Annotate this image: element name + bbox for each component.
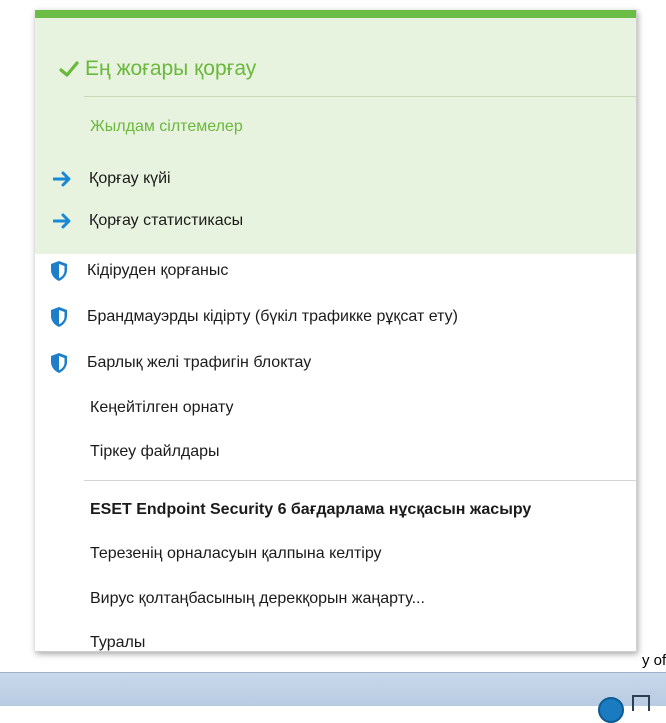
menu-item-label: Кеңейтілген орнату [90,399,234,416]
menu-item-label: Вирус қолтаңбасының дерекқорын жаңарту..… [90,590,425,607]
link-protection-status[interactable]: Қорғау күйі [53,167,171,191]
menu-item-label: Барлық желі трафигін блоктау [87,354,312,371]
quick-links-heading: Жылдам сілтемелер [90,118,243,135]
arrow-right-icon [53,171,71,187]
shield-icon [51,353,67,373]
arrow-right-icon [53,213,71,229]
eset-context-menu: Ең жоғары қорғау Жылдам сілтемелер Қорға… [35,10,637,652]
menu-item-reset-window-layout[interactable]: Терезенің орналасуын қалпына келтіру [90,541,382,567]
link-protection-statistics[interactable]: Қорғау статистикасы [53,209,243,233]
menu-item-pause-protection[interactable]: Кідіруден қорғаныс [49,258,228,284]
link-label: Қорғау статистикасы [89,212,244,229]
menu-item-update-signature-db[interactable]: Вирус қолтаңбасының дерекқорын жаңарту..… [90,586,425,612]
shield-icon [51,261,67,281]
menu-item-label: Брандмауэрды кідірту (бүкіл трафикке рұқ… [87,308,458,325]
menu-item-block-network-traffic[interactable]: Барлық желі трафигін блоктау [49,350,311,376]
menu-item-log-files[interactable]: Тіркеу файлдары [90,439,220,465]
menu-item-pause-firewall[interactable]: Брандмауэрды кідірту (бүкіл трафикке рұқ… [49,304,458,330]
shield-icon [51,307,67,327]
eset-tray-icon[interactable] [598,697,624,723]
divider [84,96,636,97]
menu-item-about[interactable]: Туралы [90,630,145,656]
link-label: Қорғау күйі [89,170,171,187]
menu-item-hide-program[interactable]: ESET Endpoint Security 6 бағдарлама нұсқ… [90,497,531,523]
protection-status: Ең жоғары қорғау [59,56,256,82]
protection-status-label: Ең жоғары қорғау [85,57,257,80]
taskbar [0,672,666,723]
menu-item-label: Терезенің орналасуын қалпына келтіру [90,545,382,562]
menu-item-label: Кідіруден қорғаныс [87,262,229,279]
menu-accent-bar [35,10,636,18]
action-center-flag-icon[interactable] [632,695,650,711]
divider [84,480,636,481]
background-window-text: y of [642,652,666,669]
menu-item-label: ESET Endpoint Security 6 бағдарлама нұсқ… [90,501,532,518]
checkmark-icon [59,61,79,77]
menu-item-label: Тіркеу файлдары [90,443,220,460]
menu-item-advanced-setup[interactable]: Кеңейтілген орнату [90,395,233,421]
menu-item-label: Туралы [90,634,146,651]
